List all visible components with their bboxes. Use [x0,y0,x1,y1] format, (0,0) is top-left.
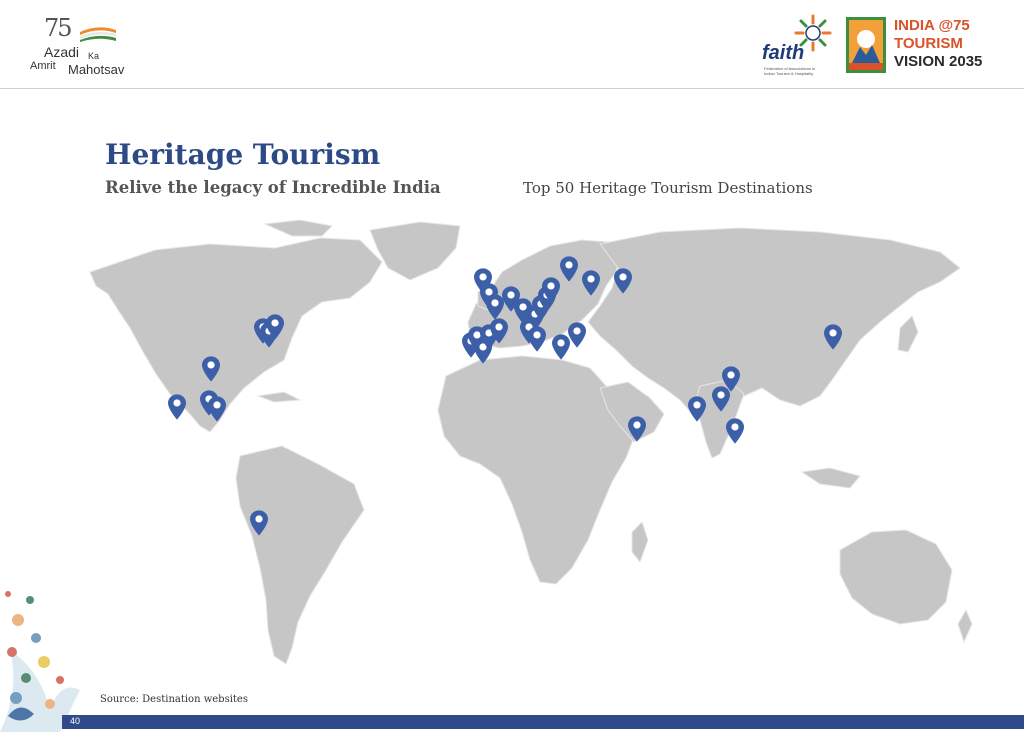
map-caption: Top 50 Heritage Tourism Destinations [523,179,813,197]
india75-line2: TOURISM [894,35,963,52]
faith-wordmark: faith [762,42,805,64]
flag-swoosh-icon [80,27,116,42]
cuba [256,391,302,403]
faith-subtitle: Federation of Associations in Indian Tou… [764,66,816,76]
india75-line1: INDIA @75 [894,17,970,34]
india-at-75-logo: INDIA @75 TOURISM VISION 2035 [846,17,986,75]
southeast-asia-islands [800,467,861,489]
world-map [89,219,973,665]
map-pin-icon[interactable] [568,322,586,348]
floral-peacock-ornament [0,591,80,732]
logo-number: 75 [44,14,73,42]
source-note: Source: Destination websites [100,694,248,705]
page-number: 40 [70,716,81,726]
australia [839,529,953,625]
slide-title: Heritage Tourism [105,138,381,171]
india75-line3: VISION 2035 [894,53,983,70]
north-america [89,237,383,433]
continents [89,219,973,665]
japan [897,315,919,353]
south-america [235,445,365,665]
logo-word-amrit: Amrit [30,60,56,72]
map-pin-icon[interactable] [726,418,744,444]
logo-word-ka: Ka [88,51,100,61]
slide-subtitle: Relive the legacy of Incredible India [105,178,441,197]
tourism-stamp-icon [846,17,886,73]
madagascar [631,521,649,564]
footer-bar [62,715,1024,729]
greenland [369,221,461,281]
new-zealand [957,608,973,644]
header-divider [0,88,1024,89]
map-pin-icon[interactable] [552,334,570,360]
slide-header: 75 Azadi Ka Amrit Mahotsav faith Federat… [0,0,1024,88]
map-pin-icon[interactable] [168,394,186,420]
canadian-islands [263,219,334,237]
logo-word-azadi: Azadi [44,44,80,60]
logo-word-mahotsav: Mahotsav [68,62,125,77]
map-pin-icon[interactable] [528,326,546,352]
faith-logo: faith Federation of Associations in Indi… [760,14,836,80]
azadi-ka-amrit-mahotsav-logo: 75 Azadi Ka Amrit Mahotsav [30,14,160,80]
